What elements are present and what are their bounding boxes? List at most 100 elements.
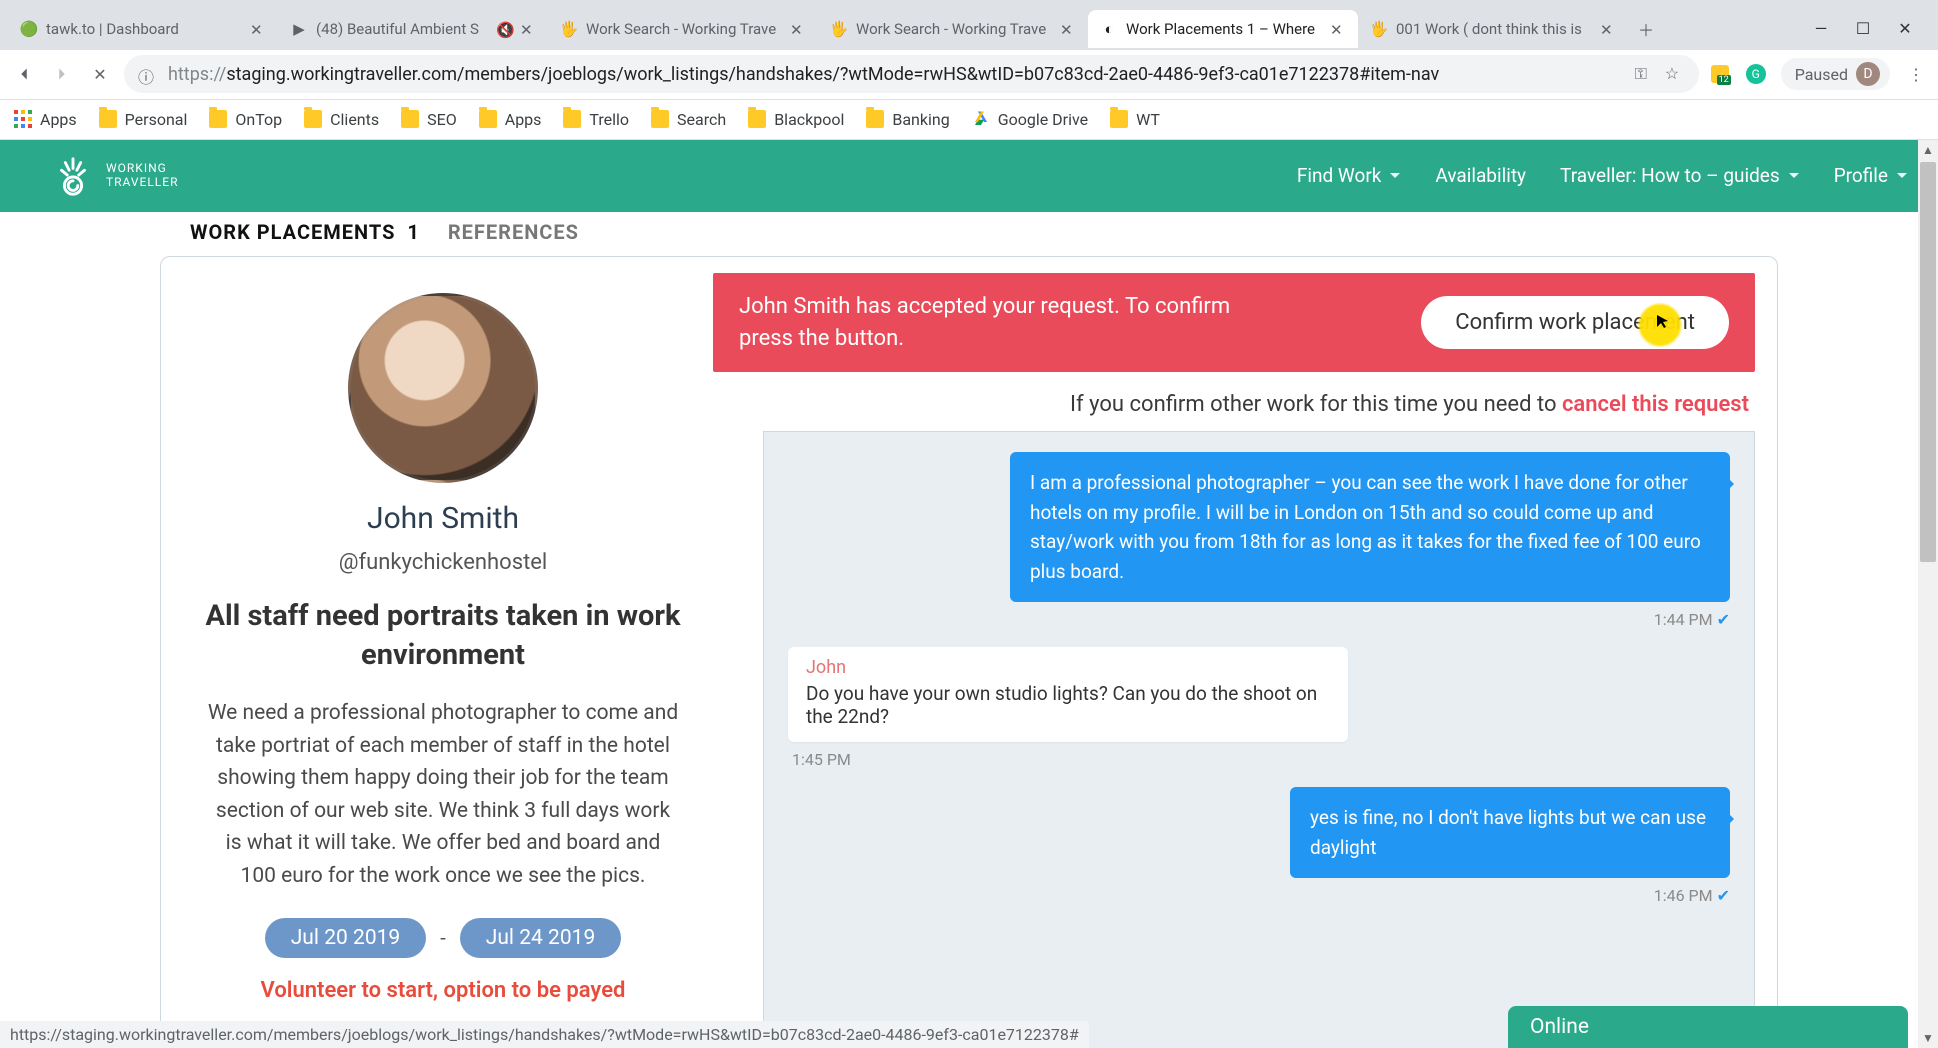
status-bar-url: https://staging.workingtraveller.com/mem… (0, 1021, 1089, 1048)
close-icon[interactable]: ✕ (250, 21, 266, 37)
tab-references[interactable]: REFERENCES (448, 220, 579, 244)
bookmark-label: Apps (505, 110, 542, 129)
profile-avatar-icon: D (1856, 62, 1880, 86)
chat-online-widget[interactable]: Online (1508, 1006, 1908, 1048)
profile-chip[interactable]: Paused D (1781, 58, 1890, 90)
tab-workplacements[interactable]: ◐ Work Placements 1 – Where ✕ (1088, 10, 1358, 48)
window-maximize-icon[interactable]: ☐ (1854, 20, 1872, 38)
folder-icon (209, 110, 227, 128)
window-close-icon[interactable]: ✕ (1896, 20, 1914, 38)
extension-translate-icon[interactable] (1709, 63, 1731, 85)
host-handle[interactable]: @funkychickenhostel (203, 550, 683, 575)
bookmark-wt[interactable]: WT (1110, 110, 1160, 129)
apps-shortcut[interactable]: Apps (14, 110, 77, 129)
browser-toolbar: ✕ ⓘ https://staging.workingtraveller.com… (0, 50, 1938, 100)
close-icon[interactable]: ✕ (790, 21, 806, 37)
conversation-pane: John Smith has accepted your request. To… (703, 273, 1755, 1048)
logo-text: WORKING TRAVELLER (106, 162, 178, 188)
tab-001work[interactable]: 🖐 001 Work ( dont think this is ✕ (1358, 10, 1628, 48)
message-sender: John (806, 657, 1330, 678)
close-icon[interactable]: ✕ (1060, 21, 1076, 37)
site-info-icon[interactable]: ⓘ (138, 64, 158, 84)
bookmark-trello[interactable]: Trello (563, 110, 629, 129)
tab-youtube[interactable]: ▶ (48) Beautiful Ambient S 🔇 ✕ (278, 10, 548, 48)
favicon-wt: 🖐 (1370, 20, 1388, 38)
stop-reload-button[interactable]: ✕ (86, 60, 114, 88)
tab-title: Work Search - Working Trave (586, 20, 782, 38)
close-icon[interactable]: ✕ (1600, 21, 1616, 37)
listing-sidebar: John Smith @funkychickenhostel All staff… (183, 273, 703, 1048)
mute-icon[interactable]: 🔇 (496, 21, 512, 37)
bookmark-label: Apps (40, 110, 77, 129)
scroll-thumb[interactable] (1920, 162, 1936, 562)
tab-worksearch-1[interactable]: 🖐 Work Search - Working Trave ✕ (548, 10, 818, 48)
scroll-down-arrow-icon[interactable]: ▼ (1918, 1028, 1938, 1048)
confirm-work-placement-button[interactable]: Confirm work placement (1421, 296, 1729, 349)
banner-text: John Smith has accepted your request. To… (739, 291, 1259, 355)
read-tick-icon: ✔ (1717, 886, 1730, 905)
extension-grammarly-icon[interactable]: G (1745, 63, 1767, 85)
cancel-request-link[interactable]: cancel this request (1562, 392, 1749, 417)
favicon-tawk: 🟢 (20, 20, 38, 38)
apps-icon (14, 110, 32, 128)
folder-icon (563, 110, 581, 128)
bookmark-personal[interactable]: Personal (99, 110, 188, 129)
bookmark-label: OnTop (235, 110, 282, 129)
browser-menu-button[interactable]: ⋮ (1904, 65, 1928, 84)
bookmark-search[interactable]: Search (651, 110, 726, 129)
nav-availability[interactable]: Availability (1435, 164, 1526, 187)
scroll-up-arrow-icon[interactable]: ▲ (1918, 140, 1938, 160)
tab-title: (48) Beautiful Ambient S (316, 20, 488, 38)
bookmark-label: SEO (427, 110, 457, 129)
password-key-icon[interactable]: ⚿ (1635, 64, 1655, 84)
bookmark-clients[interactable]: Clients (304, 110, 379, 129)
tab-tawk[interactable]: 🟢 tawk.to | Dashboard ✕ (8, 10, 278, 48)
site-logo[interactable]: WORKING TRAVELLER (50, 153, 178, 199)
favicon-wt: 🖐 (560, 20, 578, 38)
nav-label: Traveller: How to – guides (1560, 164, 1780, 187)
address-bar[interactable]: ⓘ https://staging.workingtraveller.com/m… (124, 55, 1699, 93)
bookmark-label: WT (1136, 110, 1160, 129)
folder-icon (479, 110, 497, 128)
close-icon[interactable]: ✕ (1330, 21, 1346, 37)
nav-traveller-guides[interactable]: Traveller: How to – guides (1560, 164, 1800, 187)
folder-icon (401, 110, 419, 128)
tab-work-placements[interactable]: WORK PLACEMENTS 1 (190, 220, 420, 244)
folder-icon (651, 110, 669, 128)
nav-find-work[interactable]: Find Work (1297, 164, 1402, 187)
bookmark-googledrive[interactable]: Google Drive (972, 110, 1088, 129)
placement-card: John Smith @funkychickenhostel All staff… (160, 256, 1778, 1048)
message-time: 1:45 PM (792, 750, 1730, 769)
bookmark-ontop[interactable]: OnTop (209, 110, 282, 129)
google-drive-icon (972, 110, 990, 128)
date-range: Jul 20 2019 - Jul 24 2019 (203, 918, 683, 958)
bookmark-apps2[interactable]: Apps (479, 110, 542, 129)
bookmark-seo[interactable]: SEO (401, 110, 457, 129)
date-from-pill[interactable]: Jul 20 2019 (265, 918, 427, 958)
date-to-pill[interactable]: Jul 24 2019 (460, 918, 622, 958)
message-time: 1:44 PM✔ (788, 610, 1730, 629)
bookmark-label: Google Drive (998, 110, 1088, 129)
host-avatar[interactable] (348, 293, 538, 483)
forward-button[interactable] (48, 60, 76, 88)
star-bookmark-icon[interactable]: ☆ (1665, 64, 1685, 84)
tab-title: tawk.to | Dashboard (46, 20, 242, 38)
bookmark-banking[interactable]: Banking (866, 110, 949, 129)
back-button[interactable] (10, 60, 38, 88)
url-text: https://staging.workingtraveller.com/mem… (168, 64, 1625, 85)
page-tabs: WORK PLACEMENTS 1 REFERENCES (0, 212, 1938, 252)
nav-profile[interactable]: Profile (1834, 164, 1908, 187)
close-icon[interactable]: ✕ (520, 21, 536, 37)
bookmark-blackpool[interactable]: Blackpool (748, 110, 844, 129)
read-tick-icon: ✔ (1717, 610, 1730, 629)
favicon-youtube: ▶ (290, 20, 308, 38)
page-scrollbar[interactable]: ▲ ▼ (1918, 140, 1938, 1048)
folder-icon (304, 110, 322, 128)
bookmark-label: Blackpool (774, 110, 844, 129)
window-minimize-icon[interactable]: — (1812, 20, 1830, 38)
tab-title: 001 Work ( dont think this is (1396, 20, 1592, 38)
new-tab-button[interactable]: ＋ (1628, 11, 1664, 47)
host-name: John Smith (203, 501, 683, 536)
tab-worksearch-2[interactable]: 🖐 Work Search - Working Trave ✕ (818, 10, 1088, 48)
browser-tabstrip: 🟢 tawk.to | Dashboard ✕ ▶ (48) Beautiful… (0, 0, 1938, 50)
